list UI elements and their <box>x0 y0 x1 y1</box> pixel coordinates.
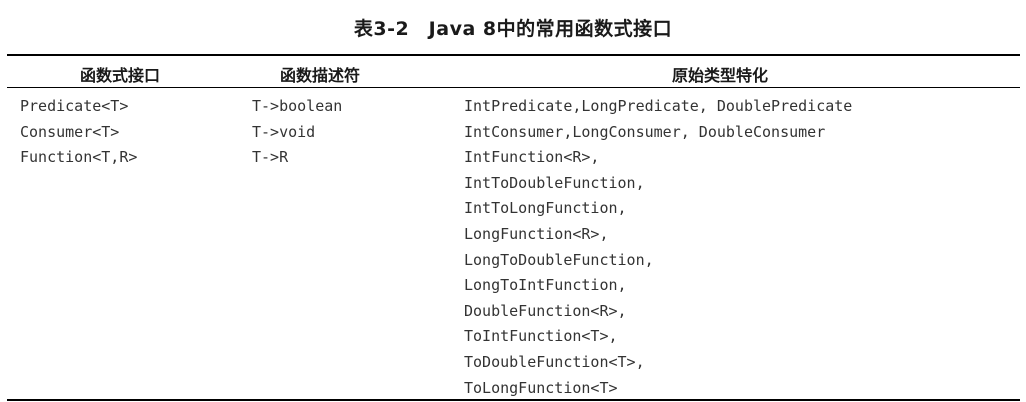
descriptor-column: T->boolean T->void T->R <box>252 94 342 171</box>
table-cell-interface: Consumer<T> <box>20 122 120 141</box>
header-interface: 函数式接口 <box>79 66 160 85</box>
table-cell-specialization: IntToLongFunction, <box>464 199 627 218</box>
table-cell-specialization: LongToDoubleFunction, <box>464 250 654 269</box>
table-title: 表3-2 Java 8中的常用函数式接口 <box>353 18 673 40</box>
table-cell-specialization: LongFunction<R>, <box>464 224 609 243</box>
table-cell-specialization: IntConsumer,LongConsumer, DoubleConsumer <box>464 122 826 141</box>
table-header-row: 函数式接口 函数描述符 原始类型特化 <box>0 58 1026 86</box>
interface-column: Predicate<T> Consumer<T> Function<T,R> <box>20 94 137 171</box>
table-cell-interface: Function<T,R> <box>20 148 138 167</box>
top-rule <box>7 54 1020 56</box>
table-cell-specialization: ToIntFunction<T>, <box>464 327 618 346</box>
table-cell-interface: Predicate<T> <box>20 97 129 115</box>
table-cell-specialization: IntPredicate,LongPredicate, DoublePredic… <box>464 97 853 115</box>
table-cell-specialization: IntFunction<R>, <box>464 148 600 167</box>
table-cell-specialization: ToDoubleFunction<T>, <box>464 352 645 371</box>
header-rule <box>7 87 1020 88</box>
table-cell-descriptor: T->void <box>252 122 316 141</box>
table-cell-descriptor: T->boolean <box>252 97 343 115</box>
header-descriptor: 函数描述符 <box>279 66 360 85</box>
table-body: Predicate<T> Consumer<T> Function<T,R> T… <box>0 90 1026 398</box>
bottom-rule <box>7 399 1020 401</box>
table-cell-specialization: DoubleFunction<R>, <box>464 301 627 320</box>
table-cell-specialization: IntToDoubleFunction, <box>464 173 645 192</box>
table-cell-descriptor: T->R <box>252 148 289 167</box>
table-cell-specialization: LongToIntFunction, <box>464 276 627 295</box>
specializations-column: IntPredicate,LongPredicate, DoublePredic… <box>464 94 852 401</box>
table-cell-specialization: ToLongFunction<T> <box>464 378 618 397</box>
header-specializations: 原始类型特化 <box>671 66 768 85</box>
